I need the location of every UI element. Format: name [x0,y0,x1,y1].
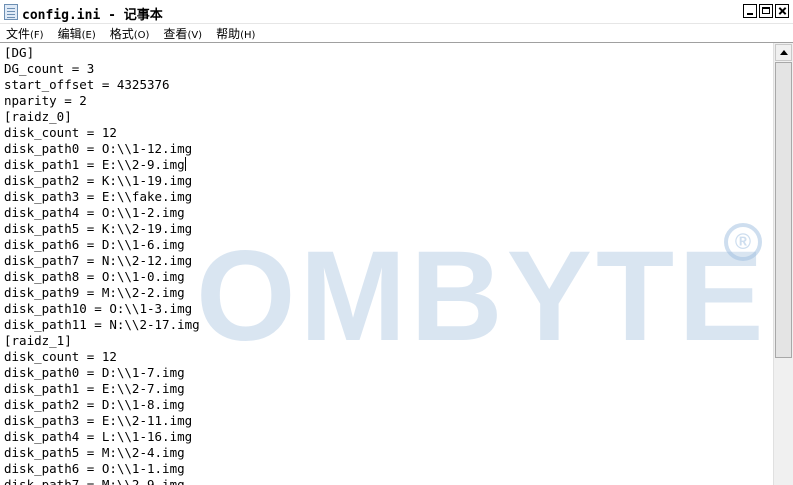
title-bar[interactable]: config.ini - 记事本 [0,0,793,24]
text-caret [184,157,186,171]
text-line: disk_path10 = O:\\1-3.img [4,301,193,316]
menu-format-accel: (O) [133,29,150,41]
text-line: disk_path1 = E:\\2-7.img [4,381,185,396]
vertical-scrollbar[interactable] [773,43,793,485]
notepad-icon [4,4,18,20]
text-line: disk_path6 = O:\\1-1.img [4,461,185,476]
text-line: disk_path5 = M:\\2-4.img [4,445,185,460]
text-line: disk_path11 = N:\\2-17.img [4,317,200,332]
text-content[interactable]: [DG] DG_count = 3 start_offset = 4325376 np… [0,43,773,485]
menu-help-accel: (H) [240,29,256,41]
menu-bar: 文件(F) 编辑(E) 格式(O) 查看(V) 帮助(H) [0,24,793,42]
menu-help-label: 帮助 [216,26,241,41]
text-line: disk_path5 = K:\\2-19.img [4,221,193,236]
text-line: disk_path2 = D:\\1-8.img [4,397,185,412]
menu-format-label: 格式 [109,26,134,41]
maximize-button[interactable] [759,4,773,18]
text-line: disk_path7 = N:\\2-12.img [4,253,193,268]
menu-view-accel: (V) [187,29,203,41]
window-controls [743,4,789,18]
text-line: [raidz_0] [4,109,72,124]
text-line: disk_count = 12 [4,125,117,140]
text-line: disk_path3 = E:\\fake.img [4,189,193,204]
text-line: disk_path4 = L:\\1-16.img [4,429,193,444]
text-line: disk_path2 = K:\\1-19.img [4,173,193,188]
text-line: DG_count = 3 [4,61,95,76]
editor-area[interactable]: OMBYTE ® [DG] DG_count = 3 start_offset = … [0,42,793,485]
text-line: disk_path8 = O:\\1-0.img [4,269,185,284]
text-line: disk_path6 = D:\\1-6.img [4,237,185,252]
scroll-up-arrow-icon[interactable] [775,44,792,61]
menu-file-accel: (F) [30,29,44,41]
menu-file[interactable]: 文件(F) [6,25,44,42]
close-button[interactable] [775,4,789,18]
minimize-button[interactable] [743,4,757,18]
text-line: disk_path0 = D:\\1-7.img [4,365,185,380]
text-line: disk_count = 12 [4,349,117,364]
text-line: [DG] [4,45,35,60]
text-line: disk_path1 = E:\\2-9.img [4,157,186,172]
menu-file-label: 文件 [6,26,31,41]
scroll-thumb[interactable] [775,62,792,358]
menu-view-label: 查看 [163,26,188,41]
text-line: disk_path7 = M:\\2-9.img [4,477,185,485]
text-line: disk_path9 = M:\\2-2.img [4,285,185,300]
text-line: start_offset = 4325376 [4,77,170,92]
text-line: disk_path0 = O:\\1-12.img [4,141,193,156]
menu-edit-label: 编辑 [57,26,82,41]
menu-edit-accel: (E) [81,29,96,41]
text-line: disk_path3 = E:\\2-11.img [4,413,193,428]
menu-edit[interactable]: 编辑(E) [58,25,96,42]
text-line: nparity = 2 [4,93,87,108]
text-line: [raidz_1] [4,333,72,348]
menu-view[interactable]: 查看(V) [163,25,202,42]
window-title: config.ini - 记事本 [22,8,163,23]
text-line: disk_path4 = O:\\1-2.img [4,205,185,220]
menu-format[interactable]: 格式(O) [110,25,150,42]
menu-help[interactable]: 帮助(H) [216,25,255,42]
